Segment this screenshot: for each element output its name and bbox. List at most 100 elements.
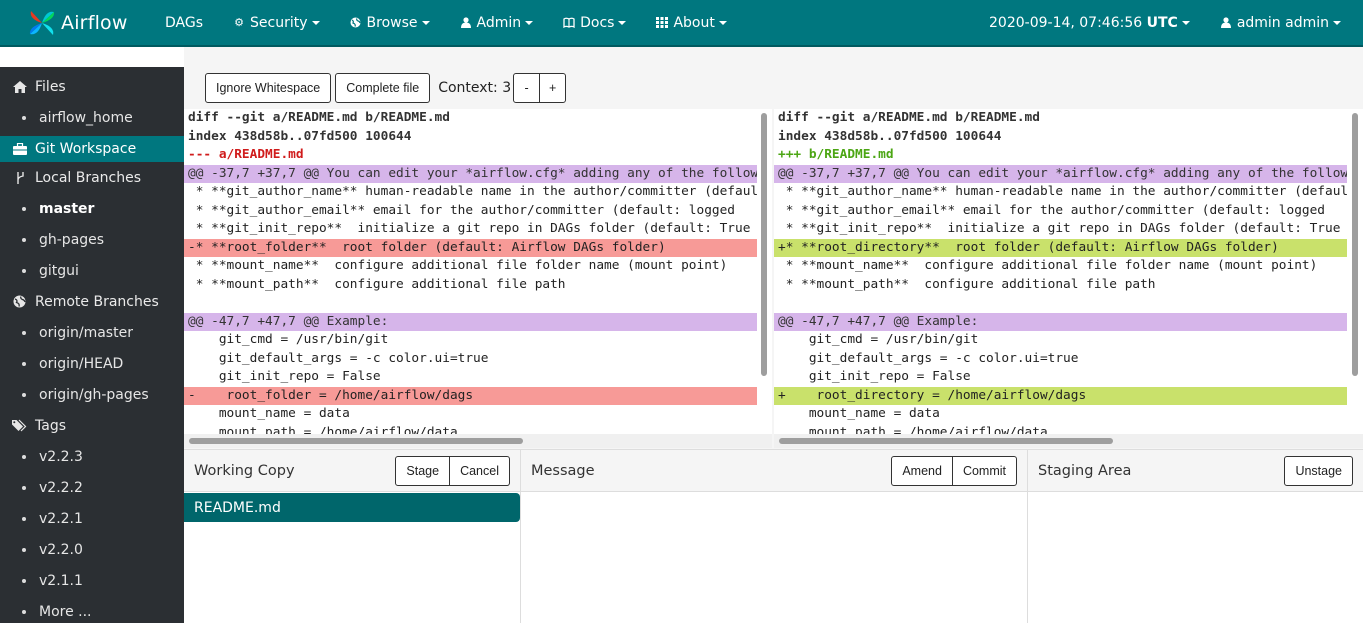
- sidebar-item-tag[interactable]: v2.2.3: [0, 441, 184, 472]
- diff-line-ctx: * **git_author_name** human-readable nam…: [188, 184, 757, 199]
- sidebar-files-label: Files: [35, 78, 66, 95]
- sidebar-git-workspace[interactable]: Git Workspace: [0, 136, 184, 162]
- branch-icon: [12, 170, 27, 185]
- diff-line-add: + root_directory = /home/airflow/dags: [774, 386, 1347, 405]
- caret-down-icon: [1181, 20, 1190, 25]
- user-icon: [1220, 17, 1232, 29]
- sidebar-item-tag[interactable]: v2.2.1: [0, 503, 184, 534]
- caret-down-icon: [1333, 20, 1341, 25]
- diff-pane-left[interactable]: diff --git a/README.md b/README.md index …: [184, 109, 772, 448]
- diff-line-ctx: git_default_args = -c color.ui=true: [188, 350, 489, 366]
- sidebar-item-branch[interactable]: gitgui: [0, 255, 184, 286]
- diff-line-ctx: * **git_author_email** email for the aut…: [188, 202, 736, 218]
- bullet-icon: [22, 115, 26, 120]
- sidebar-item-branch[interactable]: master: [0, 193, 184, 224]
- nav-docs[interactable]: Docs: [548, 0, 641, 46]
- sidebar-item-remote[interactable]: origin/HEAD: [0, 348, 184, 379]
- unstage-button[interactable]: Unstage: [1284, 455, 1353, 486]
- diff-line-ctx: git_cmd = /usr/bin/git: [188, 332, 389, 347]
- message-header: Message Amend Commit: [521, 450, 1027, 492]
- stage-button[interactable]: Stage: [395, 455, 451, 486]
- amend-button[interactable]: Amend: [891, 455, 953, 486]
- complete-file-button[interactable]: Complete file: [335, 73, 431, 103]
- message-title: Message: [531, 462, 595, 479]
- diff-toolbar: Ignore Whitespace Complete file Context:…: [184, 67, 1363, 109]
- diff-line-ctx: git_cmd = /usr/bin/git: [778, 332, 979, 347]
- context-increase-button[interactable]: +: [539, 73, 567, 103]
- sidebar-item-label: master: [39, 200, 95, 217]
- cancel-button[interactable]: Cancel: [449, 455, 510, 486]
- diff-line-hunk: @@ -47,7 +47,7 @@ Example:: [184, 312, 757, 331]
- nav-dags[interactable]: DAGs: [150, 0, 218, 46]
- horizontal-scrollbar[interactable]: [779, 438, 1113, 444]
- diff-line-ctx: mount_name = data: [778, 406, 940, 421]
- home-icon: [12, 79, 27, 94]
- diff-line-ctx: git_default_args = -c color.ui=true: [778, 350, 1079, 366]
- bullet-icon: [22, 206, 26, 211]
- diff-line-ctx: * **mount_name** configure additional fi…: [778, 258, 1318, 273]
- user-name: admin admin: [1236, 14, 1329, 31]
- bullet-icon: [22, 609, 26, 614]
- globe-icon: [12, 294, 27, 309]
- nav-admin[interactable]: Admin: [445, 0, 549, 46]
- sidebar-files[interactable]: Files: [0, 71, 184, 102]
- staging-area-panel: Staging Area Unstage: [1027, 449, 1363, 623]
- sidebar-item-label: More ...: [39, 603, 92, 620]
- diff-line-hunk: @@ -37,7 +37,7 @@ You can edit your *air…: [184, 164, 757, 183]
- diff-line-ctx: [774, 294, 1347, 313]
- user-menu[interactable]: admin admin: [1205, 0, 1363, 46]
- sidebar-item-label: v2.2.2: [39, 479, 83, 496]
- diff-pane-right[interactable]: diff --git a/README.md b/README.md index …: [774, 109, 1363, 448]
- diff-line-ctx: * **git_author_name** human-readable nam…: [778, 184, 1347, 199]
- bullet-icon: [22, 547, 26, 552]
- sidebar-remote-branches[interactable]: Remote Branches: [0, 286, 184, 317]
- brand[interactable]: Airflow: [26, 7, 150, 39]
- bullet-icon: [22, 237, 26, 242]
- commit-button[interactable]: Commit: [951, 455, 1017, 486]
- sidebar: Files airflow_home Git Workspace Local B…: [0, 67, 184, 623]
- sidebar-item-tag[interactable]: v2.2.2: [0, 472, 184, 503]
- sidebar-item-label: gh-pages: [39, 231, 105, 248]
- diff-line-ctx: git_init_repo = False: [188, 369, 381, 384]
- vertical-scrollbar[interactable]: [1352, 113, 1358, 376]
- working-copy-actions: Stage Cancel: [395, 455, 510, 486]
- working-copy-header: Working Copy Stage Cancel: [184, 450, 520, 492]
- sidebar-item-tag[interactable]: v2.2.0: [0, 534, 184, 565]
- vertical-scrollbar[interactable]: [761, 113, 767, 376]
- nav-about-label: About: [673, 14, 715, 31]
- sidebar-item-tag[interactable]: v2.1.1: [0, 565, 184, 596]
- horizontal-scrollbar[interactable]: [189, 438, 523, 444]
- staging-actions: Unstage: [1284, 455, 1353, 486]
- sidebar-tags[interactable]: Tags: [0, 410, 184, 441]
- nav-security[interactable]: ⚙ Security: [218, 0, 335, 46]
- commit-message-textarea[interactable]: [521, 492, 1027, 623]
- nav-security-label: Security: [250, 14, 308, 31]
- sidebar-item-label: gitgui: [39, 262, 79, 279]
- sidebar-item-remote[interactable]: origin/gh-pages: [0, 379, 184, 410]
- sidebar-item-branch[interactable]: gh-pages: [0, 224, 184, 255]
- nav-browse[interactable]: Browse: [335, 0, 445, 46]
- airflow-logo-icon: [26, 7, 58, 39]
- sidebar-item-remote[interactable]: origin/master: [0, 317, 184, 348]
- clock-dropdown[interactable]: 2020-09-14, 07:46:56 UTC: [974, 0, 1205, 46]
- diff-line-ctx: * **git_init_repo** initialize a git rep…: [778, 221, 1341, 236]
- sidebar-item-airflow-home[interactable]: airflow_home: [0, 102, 184, 133]
- working-copy-file[interactable]: README.md: [184, 493, 520, 522]
- diff-line-ctx: mount_name = data: [188, 406, 350, 421]
- context-decrease-button[interactable]: -: [513, 73, 541, 103]
- sidebar-item-more[interactable]: More ...: [0, 596, 184, 623]
- sidebar-tags-label: Tags: [35, 417, 66, 434]
- sidebar-local-branches[interactable]: Local Branches: [0, 162, 184, 193]
- diff-line-ctx: * **mount_name** configure additional fi…: [188, 258, 728, 273]
- ignore-whitespace-button[interactable]: Ignore Whitespace: [205, 73, 332, 103]
- main-content: Ignore Whitespace Complete file Context:…: [184, 47, 1363, 623]
- diff-line-ctx: git_init_repo = False: [778, 369, 971, 384]
- horizontal-scrollbar-track: [184, 434, 772, 448]
- nav-about[interactable]: About: [641, 0, 741, 46]
- diff-line-meta: index 438d58b..07fd500 100644: [188, 128, 412, 144]
- diff-content-left: diff --git a/README.md b/README.md index …: [184, 109, 772, 442]
- nav-browse-label: Browse: [366, 14, 418, 31]
- nav-admin-label: Admin: [476, 14, 522, 31]
- bullet-icon: [22, 485, 26, 490]
- diff-line-del: - root_folder = /home/airflow/dags: [184, 386, 757, 405]
